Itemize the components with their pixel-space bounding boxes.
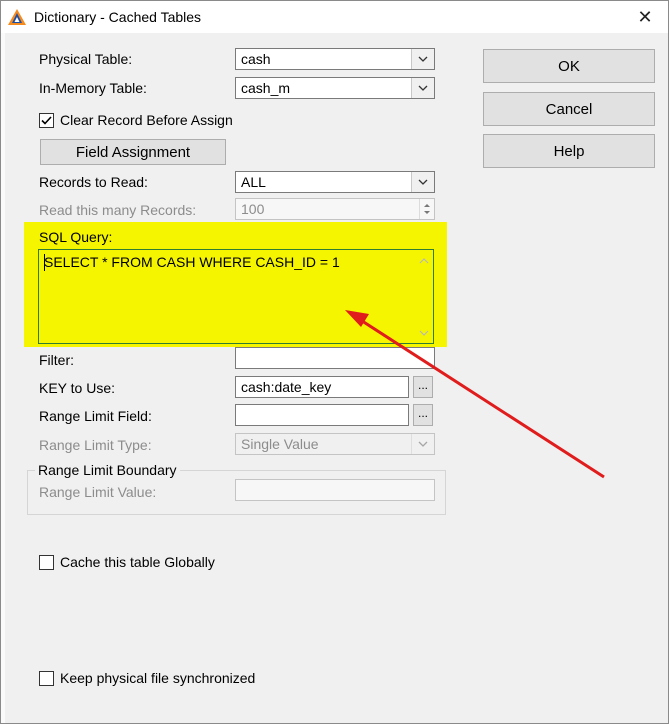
annotation-arrow-icon [345,310,605,479]
app-logo-icon [8,9,26,25]
window-title: Dictionary - Cached Tables [34,9,202,25]
dialog-client: Physical Table: cash In-Memory Table: ca… [1,33,668,723]
close-button[interactable]: ✕ [622,1,668,33]
dialog-window: Dictionary - Cached Tables ✕ Physical Ta… [0,0,669,724]
close-icon: ✕ [637,6,653,27]
title-bar: Dictionary - Cached Tables ✕ [1,1,668,33]
